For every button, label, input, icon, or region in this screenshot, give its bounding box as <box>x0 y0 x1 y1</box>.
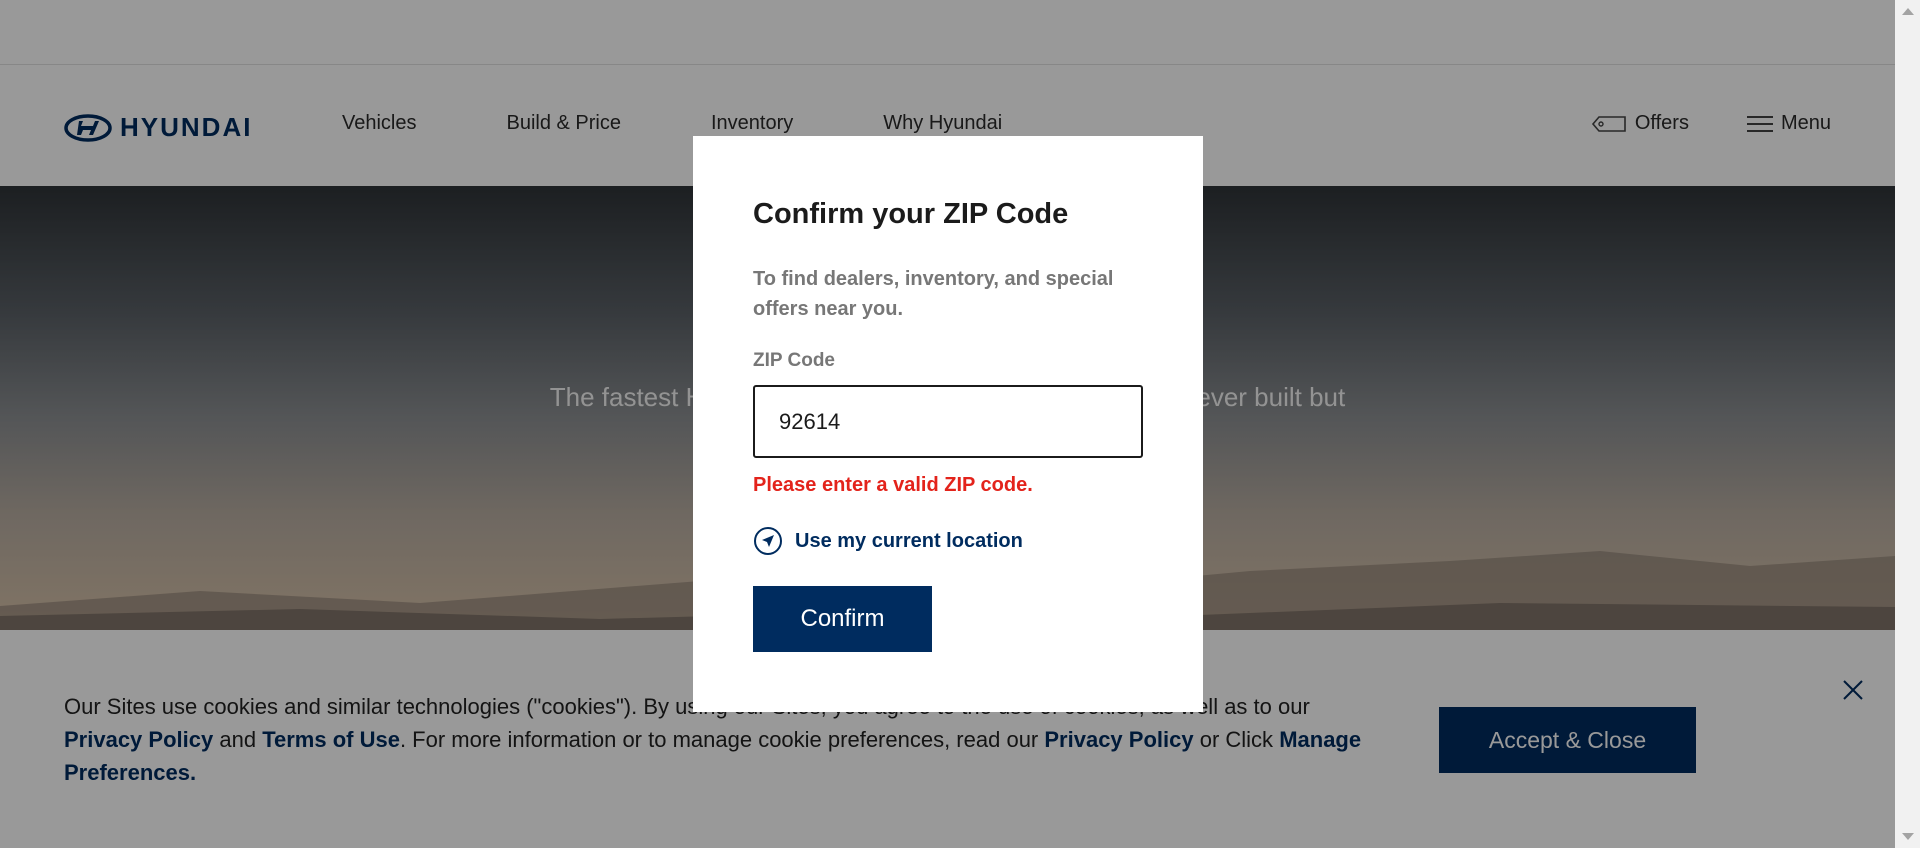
location-label: Use my current location <box>795 529 1023 552</box>
use-current-location-link[interactable]: Use my current location <box>753 526 1023 556</box>
page: HYUNDAI Vehicles Build & Price Inventory… <box>0 0 1895 848</box>
zip-error-message: Please enter a valid ZIP code. <box>753 474 1033 496</box>
zip-code-input[interactable] <box>753 385 1143 458</box>
modal-description: To find dealers, inventory, and special … <box>753 268 1114 320</box>
location-arrow-icon <box>754 527 782 555</box>
zip-code-modal: Confirm your ZIP Code To find dealers, i… <box>693 136 1203 712</box>
modal-title: Confirm your ZIP Code <box>753 198 1069 230</box>
page-scrollbar[interactable] <box>1895 0 1920 848</box>
scroll-up-arrow-icon[interactable] <box>1902 8 1914 15</box>
scroll-down-arrow-icon[interactable] <box>1902 833 1914 840</box>
zip-code-label: ZIP Code <box>753 350 835 371</box>
confirm-button[interactable]: Confirm <box>753 586 932 652</box>
